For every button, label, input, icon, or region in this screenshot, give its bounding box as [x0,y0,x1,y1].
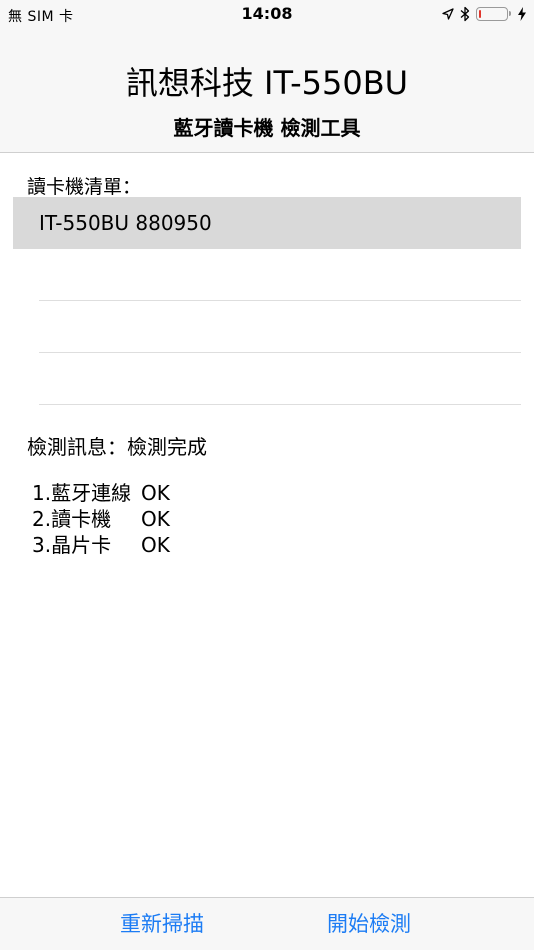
reader-list-item[interactable] [13,301,521,353]
result-row: 1.藍牙連線 OK [32,480,170,506]
status-icons [442,4,526,24]
result-row: 3.晶片卡 OK [32,532,170,558]
result-status: OK [141,507,170,531]
app-screen: 無 SIM 卡 14:08 訊想科技 IT-550BU 藍牙讀卡機 檢測工具 讀… [0,0,534,950]
result-label: 1.藍牙連線 [32,481,132,505]
result-label: 3.晶片卡 [32,533,112,557]
battery-level [479,10,481,18]
rescan-button[interactable]: 重新掃描 [120,908,204,938]
nav-header: 訊想科技 IT-550BU 藍牙讀卡機 檢測工具 [0,40,534,153]
result-status: OK [141,481,170,505]
reader-item-label: IT-550BU 880950 [39,211,212,235]
reader-list: IT-550BU 880950 [13,197,521,405]
bottom-toolbar: 重新掃描 開始檢測 [0,897,534,950]
result-row: 2.讀卡機 OK [32,506,170,532]
detection-results: 1.藍牙連線 OK 2.讀卡機 OK 3.晶片卡 OK [32,480,170,558]
bluetooth-icon [460,6,470,22]
reader-list-item[interactable] [13,353,521,405]
battery-icon [476,7,511,21]
result-status: OK [141,533,170,557]
charging-bolt-icon [518,7,526,21]
detection-message: 檢測訊息：檢測完成 [27,435,207,459]
location-arrow-icon [442,8,454,20]
result-label: 2.讀卡機 [32,507,112,531]
page-title: 訊想科技 IT-550BU [125,64,409,102]
status-bar: 無 SIM 卡 14:08 [0,0,534,40]
page-subtitle: 藍牙讀卡機 檢測工具 [173,116,361,140]
reader-list-label: 讀卡機清單： [27,176,142,198]
reader-list-item[interactable] [13,249,521,301]
start-detection-button[interactable]: 開始檢測 [327,908,411,938]
reader-list-item[interactable]: IT-550BU 880950 [13,197,521,249]
